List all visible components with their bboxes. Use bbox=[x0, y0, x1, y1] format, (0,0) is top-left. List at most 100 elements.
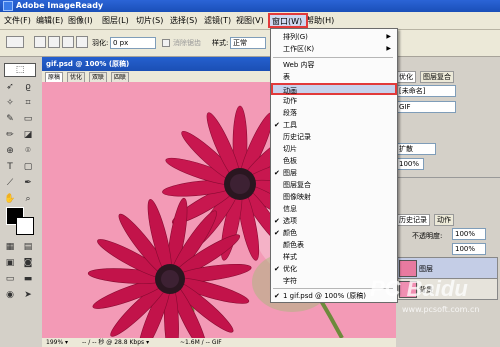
quick-mask-icon[interactable]: ◙ bbox=[22, 257, 34, 269]
menu-item-styles[interactable]: 样式 bbox=[271, 251, 397, 263]
toggle-slice-visibility-icon[interactable]: ▦ bbox=[4, 241, 16, 253]
subtract-selection-icon[interactable] bbox=[62, 36, 74, 48]
lasso-tool[interactable]: ϱ bbox=[22, 81, 34, 93]
opacity-label: 不透明度: bbox=[412, 232, 443, 240]
checkmark-icon: ✔ bbox=[274, 292, 280, 300]
app-title: Adobe ImageReady bbox=[16, 1, 104, 10]
tab-actions[interactable]: 动作 bbox=[434, 214, 454, 226]
screen-mode-icon[interactable]: ▭ bbox=[4, 273, 16, 285]
marquee-tool-preset[interactable] bbox=[6, 36, 24, 48]
tab-optimize[interactable]: 优化 bbox=[396, 71, 416, 83]
standard-mode-icon[interactable]: ▣ bbox=[4, 257, 16, 269]
tab-layer-comps[interactable]: 图层复合 bbox=[420, 71, 454, 83]
stamp-tool[interactable]: ⊕ bbox=[4, 145, 16, 157]
checkmark-icon: ✔ bbox=[274, 169, 280, 177]
menu-item-image-map[interactable]: 图像映射 bbox=[271, 191, 397, 203]
menu-item-animation[interactable]: 动画 bbox=[271, 83, 397, 95]
marquee-tool[interactable]: ⬚ bbox=[4, 63, 36, 77]
menu-item-color[interactable]: ✔ 颜色 bbox=[271, 227, 397, 239]
menu-window[interactable]: 窗口(W) bbox=[268, 13, 308, 28]
tab-history[interactable]: 历史记录 bbox=[396, 214, 430, 226]
menu-item-workspace[interactable]: 工作区(K) ▶ bbox=[271, 43, 397, 55]
checkmark-icon: ✔ bbox=[274, 217, 280, 225]
menu-item-optimize[interactable]: ✔ 优化 bbox=[271, 263, 397, 275]
slice-tool[interactable]: ✎ bbox=[4, 113, 16, 125]
watermark-url: www.pcsoft.com.cn bbox=[402, 305, 480, 314]
checkmark-icon: ✔ bbox=[274, 121, 280, 129]
menu-item-layer-comps[interactable]: 图层复合 bbox=[271, 179, 397, 191]
menu-filter[interactable]: 滤镜(T) bbox=[204, 15, 231, 26]
menu-item-web-content[interactable]: Web 内容 bbox=[271, 59, 397, 71]
new-selection-icon[interactable] bbox=[34, 36, 46, 48]
menu-item-info[interactable]: 信息 bbox=[271, 203, 397, 215]
menu-item-color-table[interactable]: 颜色表 bbox=[271, 239, 397, 251]
zoom-level[interactable]: 199% ▾ bbox=[46, 338, 68, 347]
title-bar: Adobe ImageReady bbox=[0, 0, 500, 12]
antialias-label: 消除锯齿 bbox=[173, 39, 201, 47]
style-label: 样式: bbox=[212, 39, 229, 47]
antialias-checkbox[interactable] bbox=[162, 39, 170, 47]
add-selection-icon[interactable] bbox=[48, 36, 60, 48]
menu-item-history[interactable]: 历史记录 bbox=[271, 131, 397, 143]
format-select[interactable]: GIF bbox=[396, 101, 456, 113]
download-time[interactable]: -- / -- 秒 @ 28.8 Kbps ▾ bbox=[82, 338, 149, 347]
toggle-image-map-icon[interactable]: ▤ bbox=[22, 241, 34, 253]
fill-input[interactable]: 100% bbox=[452, 243, 486, 255]
menu-view[interactable]: 视图(V) bbox=[236, 15, 264, 26]
watermark-logo: PC Baidu bbox=[370, 276, 468, 301]
menu-item-tools[interactable]: ✔ 工具 bbox=[271, 119, 397, 131]
layer-name: 图层 bbox=[419, 265, 433, 273]
app-icon bbox=[3, 1, 13, 11]
percent-field[interactable]: 100% bbox=[396, 158, 424, 170]
document-status-bar: 199% ▾ -- / -- 秒 @ 28.8 Kbps ▾ ~1.6M / -… bbox=[42, 338, 396, 347]
toolbox: ⬚ ➶ ϱ ✧ ⌗ ✎ ▭ ✏ ◪ ⊕ ⌾ T ▢ ⟋ ✒ ✋ ⌕ ▦ ▤ ▣ … bbox=[0, 57, 43, 347]
eraser-tool[interactable]: ◪ bbox=[22, 129, 34, 141]
menu-slice[interactable]: 切片(S) bbox=[136, 15, 163, 26]
full-screen-icon[interactable]: ▬ bbox=[22, 273, 34, 285]
shape-tool[interactable]: ▢ bbox=[22, 161, 34, 173]
menu-item-layers[interactable]: ✔ 图层 bbox=[271, 167, 397, 179]
hand-tool[interactable]: ✋ bbox=[4, 193, 16, 205]
checkmark-icon: ✔ bbox=[274, 229, 280, 237]
preset-select[interactable]: [未命名] bbox=[396, 85, 456, 97]
zoom-tool[interactable]: ⌕ bbox=[22, 193, 34, 205]
menu-item-swatches[interactable]: 色板 bbox=[271, 155, 397, 167]
menu-item-paragraph[interactable]: 段落 bbox=[271, 107, 397, 119]
menu-item-options[interactable]: ✔ 选项 bbox=[271, 215, 397, 227]
menu-help[interactable]: 帮助(H) bbox=[306, 15, 334, 26]
submenu-arrow-icon: ▶ bbox=[386, 45, 391, 52]
menu-edit[interactable]: 编辑(E) bbox=[36, 15, 63, 26]
menu-file[interactable]: 文件(F) bbox=[4, 15, 31, 26]
file-size-format[interactable]: ~1.6M / -- GIF bbox=[180, 338, 222, 347]
menu-bar: 文件(F) 编辑(E) 图像(I) 图层(L) 切片(S) 选择(S) 滤镜(T… bbox=[0, 12, 500, 30]
checkmark-icon: ✔ bbox=[274, 265, 280, 273]
preview-browser-icon[interactable]: ◉ bbox=[4, 289, 16, 301]
dither-select[interactable]: 扩散 bbox=[396, 143, 436, 155]
menu-item-slice[interactable]: 切片 bbox=[271, 143, 397, 155]
jump-to-photoshop-icon[interactable]: ➤ bbox=[22, 289, 34, 301]
background-color-swatch[interactable] bbox=[16, 217, 34, 235]
menu-item-arrange[interactable]: 排列(G) ▶ bbox=[271, 31, 397, 43]
menu-select[interactable]: 选择(S) bbox=[170, 15, 197, 26]
feather-input[interactable]: 0 px bbox=[110, 37, 156, 49]
crop-tool[interactable]: ⌗ bbox=[22, 97, 34, 109]
feather-label: 羽化: bbox=[92, 39, 109, 47]
brush-tool[interactable]: ✏ bbox=[4, 129, 16, 141]
menu-layer[interactable]: 图层(L) bbox=[102, 15, 129, 26]
opacity-input[interactable]: 100% bbox=[452, 228, 486, 240]
style-select[interactable]: 正常 bbox=[230, 37, 266, 49]
magic-wand-tool[interactable]: ✧ bbox=[4, 97, 16, 109]
pen-tool[interactable]: ✒ bbox=[22, 177, 34, 189]
type-tool[interactable]: T bbox=[4, 161, 16, 173]
intersect-selection-icon[interactable] bbox=[76, 36, 88, 48]
menu-separator bbox=[273, 57, 393, 58]
blur-tool[interactable]: ⌾ bbox=[22, 145, 34, 157]
menu-item-table[interactable]: 表 bbox=[271, 71, 397, 83]
eyedropper-tool[interactable]: ⟋ bbox=[4, 177, 16, 189]
panel-divider bbox=[396, 177, 500, 178]
move-tool[interactable]: ➶ bbox=[4, 81, 16, 93]
image-map-tool[interactable]: ▭ bbox=[22, 113, 34, 125]
menu-image[interactable]: 图像(I) bbox=[68, 15, 93, 26]
menu-window-label: 窗口(W) bbox=[272, 17, 303, 26]
menu-item-actions[interactable]: 动作 bbox=[271, 95, 397, 107]
